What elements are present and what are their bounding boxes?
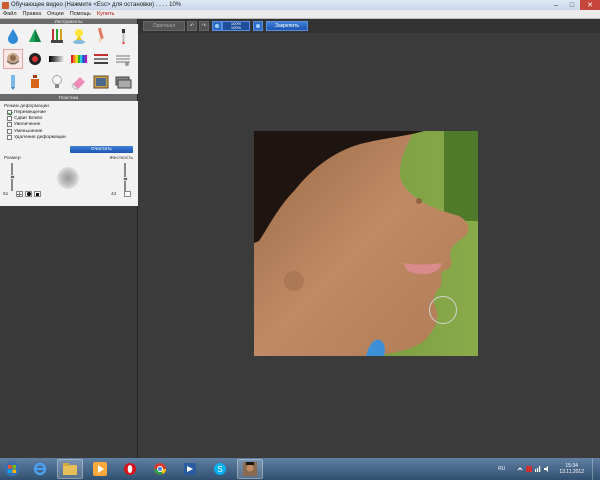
taskbar: S RU 15:34 13.11.2012 bbox=[0, 458, 600, 480]
drop-tool-icon[interactable] bbox=[3, 26, 23, 46]
light-tool-icon[interactable] bbox=[69, 26, 89, 46]
chrome-icon[interactable] bbox=[147, 459, 173, 479]
stack-tool-icon[interactable] bbox=[113, 72, 133, 92]
mode-shift-left-checkbox[interactable] bbox=[7, 116, 12, 122]
square-brush-icon[interactable] bbox=[34, 191, 41, 197]
pencil-tool-icon[interactable] bbox=[91, 26, 111, 46]
layers-tool-icon[interactable] bbox=[91, 49, 111, 69]
window-title: Обучающее видео (Нажмите <Esc> для остан… bbox=[11, 2, 182, 8]
hardness-reset-icon[interactable] bbox=[124, 191, 131, 197]
left-panel: Инструменты Пластика Режим деформации Пе… bbox=[0, 19, 138, 458]
internet-explorer-icon[interactable] bbox=[27, 459, 53, 479]
file-explorer-icon[interactable] bbox=[57, 459, 83, 479]
mode-move-checkbox[interactable] bbox=[7, 109, 12, 115]
network-icon[interactable] bbox=[535, 466, 541, 472]
photo-editor-icon[interactable] bbox=[237, 459, 263, 479]
brush-cursor bbox=[429, 296, 457, 324]
skype-icon[interactable]: S bbox=[207, 459, 233, 479]
pyramid-tool-icon[interactable] bbox=[25, 26, 45, 46]
opera-icon[interactable] bbox=[117, 459, 143, 479]
undo-icon[interactable]: ↶ bbox=[187, 21, 197, 31]
blackwhite-tool-icon[interactable] bbox=[25, 49, 45, 69]
zoom-bottom-value: 100% bbox=[230, 25, 242, 30]
menu-edit[interactable]: Правка bbox=[20, 11, 45, 17]
video-app-icon[interactable] bbox=[177, 459, 203, 479]
mode-enlarge-checkbox[interactable] bbox=[7, 122, 12, 128]
brush-preview bbox=[57, 167, 79, 189]
mode-shift-left-label: Сдвиг Влево bbox=[14, 116, 43, 122]
bottle-tool-icon[interactable] bbox=[25, 72, 45, 92]
start-button[interactable] bbox=[1, 459, 23, 479]
menu-file[interactable]: Файл bbox=[0, 11, 20, 17]
menu-options[interactable]: Опции bbox=[44, 11, 67, 17]
size-label: Размер bbox=[4, 156, 21, 161]
pipette-tool-icon[interactable] bbox=[113, 26, 133, 46]
lamp-tool-icon[interactable] bbox=[47, 72, 67, 92]
show-desktop-button[interactable] bbox=[592, 458, 600, 480]
tools-grid bbox=[0, 24, 138, 94]
plastic-header: Пластика bbox=[0, 94, 137, 101]
plastic-tool-icon[interactable] bbox=[3, 49, 23, 69]
image-canvas[interactable] bbox=[139, 33, 600, 458]
hardness-value: 44 bbox=[111, 192, 117, 197]
menu-help[interactable]: Помощь bbox=[67, 11, 94, 17]
redo-icon[interactable]: ↷ bbox=[199, 21, 209, 31]
mode-shrink-checkbox[interactable] bbox=[7, 128, 12, 134]
mode-enlarge-label: Увеличение bbox=[14, 122, 41, 128]
zoom-in-icon[interactable] bbox=[253, 21, 263, 31]
brush-shape-icons bbox=[16, 191, 41, 197]
size-value: 51 bbox=[3, 192, 9, 197]
language-indicator[interactable]: RU bbox=[498, 466, 505, 472]
tray-app-icon[interactable] bbox=[526, 466, 533, 472]
svg-text:S: S bbox=[217, 465, 222, 474]
clock[interactable]: 15:34 13.11.2012 bbox=[559, 463, 584, 475]
rainbow-tool-icon[interactable] bbox=[69, 49, 89, 69]
hardness-label: Жесткость bbox=[109, 156, 133, 161]
mode-remove-deform-label: Удаление деформации bbox=[14, 135, 66, 141]
plastic-panel: Режим деформации Перемещение Сдвиг Влево… bbox=[0, 101, 138, 206]
size-slider-handle[interactable] bbox=[9, 174, 15, 179]
mode-remove-deform-checkbox[interactable] bbox=[7, 135, 12, 141]
media-player-icon[interactable] bbox=[87, 459, 113, 479]
eraser-tool-icon[interactable] bbox=[69, 72, 89, 92]
tray-arrow-icon[interactable] bbox=[517, 466, 523, 472]
title-bar: Обучающее видео (Нажмите <Esc> для остан… bbox=[0, 0, 600, 10]
hardness-slider-handle[interactable] bbox=[122, 176, 128, 181]
volume-icon[interactable] bbox=[544, 466, 550, 472]
mode-remove-deform[interactable]: Удаление деформации bbox=[7, 135, 134, 141]
gradient-tool-icon[interactable] bbox=[47, 49, 67, 69]
app-icon bbox=[2, 1, 9, 9]
tube-tool-icon[interactable] bbox=[3, 72, 23, 92]
close-button[interactable]: ✕ bbox=[580, 0, 600, 10]
mode-shrink-label: Уменьшение bbox=[14, 128, 43, 134]
pin-button[interactable]: Закрепить bbox=[266, 21, 308, 31]
system-tray: RU 15:34 13.11.2012 bbox=[498, 458, 600, 480]
menu-buy[interactable]: Купить bbox=[94, 11, 117, 17]
round-brush-icon[interactable] bbox=[25, 191, 32, 197]
mode-move-label: Перемещение bbox=[14, 109, 46, 115]
crosshair-icon[interactable] bbox=[16, 191, 23, 197]
lines-tool-icon[interactable] bbox=[113, 49, 133, 69]
clear-button[interactable]: Очистить bbox=[70, 146, 133, 153]
photo-tool-icon[interactable] bbox=[91, 72, 111, 92]
zoom-out-icon[interactable] bbox=[212, 21, 222, 31]
brushes-tool-icon[interactable] bbox=[47, 26, 67, 46]
menu-bar: Файл Правка Опции Помощь Купить bbox=[0, 10, 600, 19]
minimize-button[interactable]: – bbox=[548, 0, 564, 10]
top-toolbar: Оригинал ↶ ↷ 100% 100% Закрепить bbox=[139, 19, 600, 33]
zoom-display: 100% 100% bbox=[222, 21, 250, 31]
maximize-button[interactable]: □ bbox=[564, 0, 580, 10]
original-button[interactable]: Оригинал bbox=[143, 21, 185, 31]
clock-date: 13.11.2012 bbox=[559, 469, 584, 475]
